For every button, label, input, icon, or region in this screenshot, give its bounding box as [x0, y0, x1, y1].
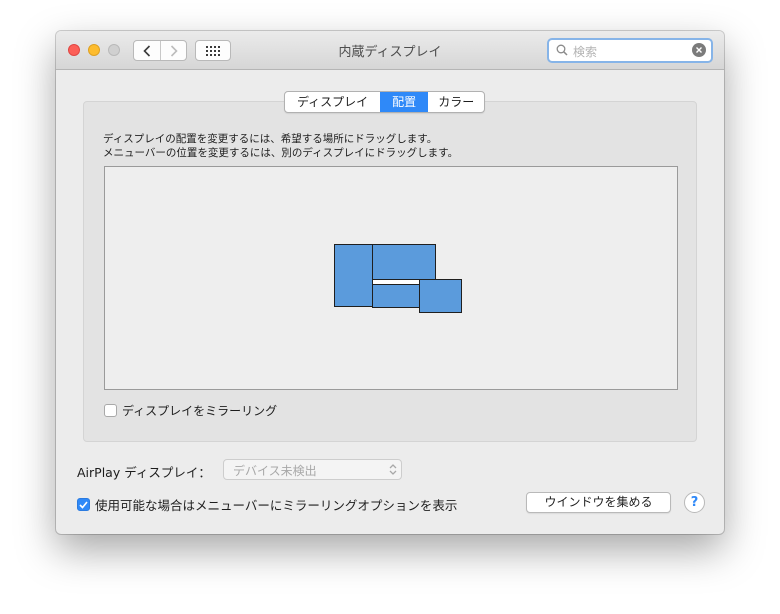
- search-field[interactable]: 検索: [547, 38, 713, 63]
- show-all-button[interactable]: [195, 40, 231, 61]
- airplay-display-label: AirPlay ディスプレイ：: [77, 465, 211, 480]
- window-title: 内蔵ディスプレイ: [338, 45, 442, 60]
- display-arrangement-area: [104, 166, 678, 390]
- title-bar[interactable]: 内蔵ディスプレイ 検索: [56, 31, 724, 70]
- chevron-right-icon: [170, 44, 178, 57]
- checkmark-icon: [79, 500, 88, 509]
- search-icon: [556, 44, 568, 56]
- airplay-display-popup[interactable]: デバイス未検出: [223, 459, 402, 480]
- tab-color[interactable]: カラー: [427, 92, 484, 112]
- display-top-main[interactable]: [372, 244, 436, 280]
- search-placeholder: 検索: [573, 45, 598, 59]
- navigation-segment: [133, 40, 187, 61]
- clear-search-button[interactable]: [692, 43, 706, 57]
- tab-display[interactable]: ディスプレイ: [285, 92, 380, 112]
- display-main-with-menubar[interactable]: [372, 279, 420, 308]
- tab-bar: ディスプレイ 配置 カラー: [284, 91, 486, 113]
- arrangement-instructions: ディスプレイの配置を変更するには、希望する場所にドラッグします。 メニューバーの…: [103, 132, 458, 160]
- show-mirroring-options-label: 使用可能な場合はメニューバーにミラーリングオプションを表示: [95, 498, 458, 513]
- show-mirroring-options-checkbox[interactable]: [77, 498, 90, 511]
- mirror-displays-checkbox[interactable]: [104, 404, 117, 417]
- zoom-window-button[interactable]: [108, 44, 120, 56]
- system-preferences-window: 内蔵ディスプレイ 検索 ディスプレイ 配置 カラー ディスプレイの配置を変更する…: [56, 31, 724, 534]
- minimize-window-button[interactable]: [88, 44, 100, 56]
- help-button[interactable]: ?: [684, 492, 705, 513]
- menu-bar-indicator[interactable]: [373, 280, 419, 285]
- close-window-button[interactable]: [68, 44, 80, 56]
- chevron-left-icon: [143, 44, 151, 57]
- instruction-line: メニューバーの位置を変更するには、別のディスプレイにドラッグします。: [103, 147, 459, 159]
- airplay-display-value: デバイス未検出: [233, 464, 317, 478]
- mirror-displays-label: ディスプレイをミラーリング: [122, 404, 278, 418]
- clear-icon: [696, 47, 702, 53]
- tab-arrangement[interactable]: 配置: [380, 92, 428, 112]
- updown-arrows-icon: [389, 464, 397, 475]
- gather-windows-button[interactable]: ウインドウを集める: [526, 492, 671, 513]
- instruction-line: ディスプレイの配置を変更するには、希望する場所にドラッグします。: [103, 133, 438, 145]
- forward-button[interactable]: [161, 41, 187, 60]
- back-button[interactable]: [134, 41, 161, 60]
- grid-icon: [206, 45, 220, 56]
- display-bottom-right[interactable]: [419, 279, 462, 313]
- show-mirroring-options-option[interactable]: 使用可能な場合はメニューバーにミラーリングオプションを表示: [77, 495, 457, 514]
- display-left[interactable]: [334, 244, 373, 307]
- mirror-displays-option[interactable]: ディスプレイをミラーリング: [104, 402, 277, 419]
